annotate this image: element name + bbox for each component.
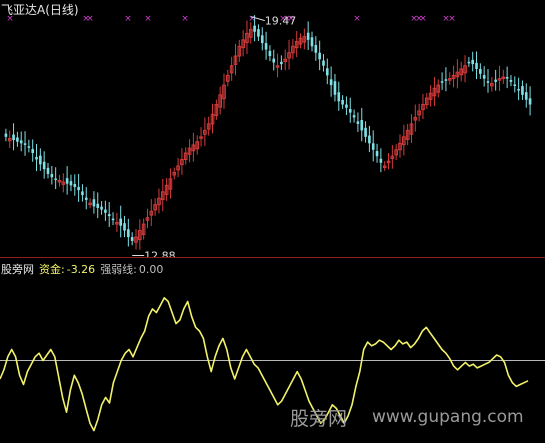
stock-name: 飞亚达A [1,3,46,17]
candle-body-128 [494,79,497,82]
candle-body-23 [92,199,96,207]
candle-body-20 [81,191,84,196]
candle-body-4 [19,140,23,144]
candle-body-98 [379,158,383,163]
candle-body-131 [505,77,509,79]
candle-body-134 [517,89,520,91]
candle-body-13 [54,178,57,181]
candle-body-93 [360,120,364,131]
strength-value: 0.00 [138,263,164,276]
candlestick-chart[interactable]: × ×× × × × × ××× × ××× ××19.4712.88 [0,0,545,258]
candle-body-88 [341,99,344,105]
candle-body-10 [42,161,46,170]
candle-body-0 [4,133,8,137]
signal-marker-13: × [419,14,427,24]
signal-marker-4: × [144,14,152,24]
candle-body-122 [471,59,475,65]
candle-body-86 [333,81,337,95]
candle-body-121 [467,61,471,64]
candle-body-5 [23,143,27,145]
candle-body-28 [111,218,115,221]
candle-body-21 [84,197,88,200]
strength-legend: 强弱线: 0.00 [100,263,163,276]
candle-body-3 [16,137,19,142]
candle-body-91 [352,115,356,118]
candle-body-24 [96,203,100,208]
candle-body-126 [486,81,490,83]
candle-body-94 [364,127,367,137]
high-price-label: 19.47 [265,15,297,28]
watermark-logo: 股旁网 [290,408,348,430]
watermark-url: www.gupang.com [372,407,524,427]
strength-label: 强弱线: [100,263,137,276]
candle-body-68 [264,43,268,50]
candle-body-136 [524,92,528,100]
candle-body-16 [65,178,69,184]
candle-body-115 [444,79,448,81]
candle-body-124 [479,68,482,74]
candle-body-90 [348,109,352,113]
candle-body-69 [268,50,272,57]
candle-body-7 [31,149,35,154]
candle-body-18 [73,184,77,187]
candle-body-84 [325,68,329,76]
candle-body-2 [12,134,15,141]
candle-body-17 [69,181,73,186]
candle-body-19 [77,186,80,191]
signal-marker-15: × [448,14,456,24]
candle-body-95 [368,135,371,144]
signal-marker-5: × [181,14,189,24]
candle-body-82 [318,52,321,60]
candle-body-66 [257,29,260,37]
signal-marker-2: × [86,14,94,24]
candle-body-80 [310,37,314,47]
candle-body-65 [253,25,256,32]
candle-body-12 [50,174,54,178]
candle-body-135 [521,86,524,95]
candle-body-30 [119,218,123,226]
candle-body-27 [107,214,111,217]
candle-body-25 [100,206,103,210]
candle-body-132 [509,79,513,82]
candle-body-96 [371,143,375,150]
capital-value: -3.26 [66,263,96,276]
capital-legend: 资金: -3.26 [39,263,95,276]
signal-marker-10: × [353,14,361,24]
capital-label: 资金: [39,263,65,276]
candle-body-87 [337,92,341,102]
candle-body-67 [260,35,264,44]
candle-body-6 [27,146,31,148]
candle-body-125 [482,75,486,79]
indicator-name: 股旁网 [1,263,34,276]
candle-body-83 [322,60,325,66]
chart-title: 飞亚达A(日线) [1,1,79,18]
candle-body-31 [123,223,126,231]
candle-body-137 [528,98,532,105]
candle-body-89 [345,104,348,108]
indicator-legend: 股旁网 资金: -3.26 强弱线: 0.00 [1,261,168,277]
price-chart-panel[interactable]: × × × × × × × × × × × × × × × × 19.47 12.88 飞亚达A(日线) [0,0,545,258]
candle-body-70 [272,58,276,63]
candle-body-32 [127,229,130,238]
candle-body-85 [329,79,333,86]
candle-body-9 [39,155,42,165]
candle-body-123 [475,62,478,69]
candle-body-79 [306,32,310,40]
candle-body-8 [35,156,38,160]
candle-body-33 [130,237,134,241]
candle-body-92 [356,121,360,124]
candle-body-97 [375,151,379,157]
period-label: (日线) [45,3,79,17]
candle-body-114 [440,81,444,83]
candle-body-133 [513,84,517,86]
candle-body-81 [314,45,318,53]
candle-body-26 [104,209,107,213]
candle-body-72 [280,61,283,65]
signal-marker-3: × [124,14,132,24]
candle-body-11 [46,167,50,175]
